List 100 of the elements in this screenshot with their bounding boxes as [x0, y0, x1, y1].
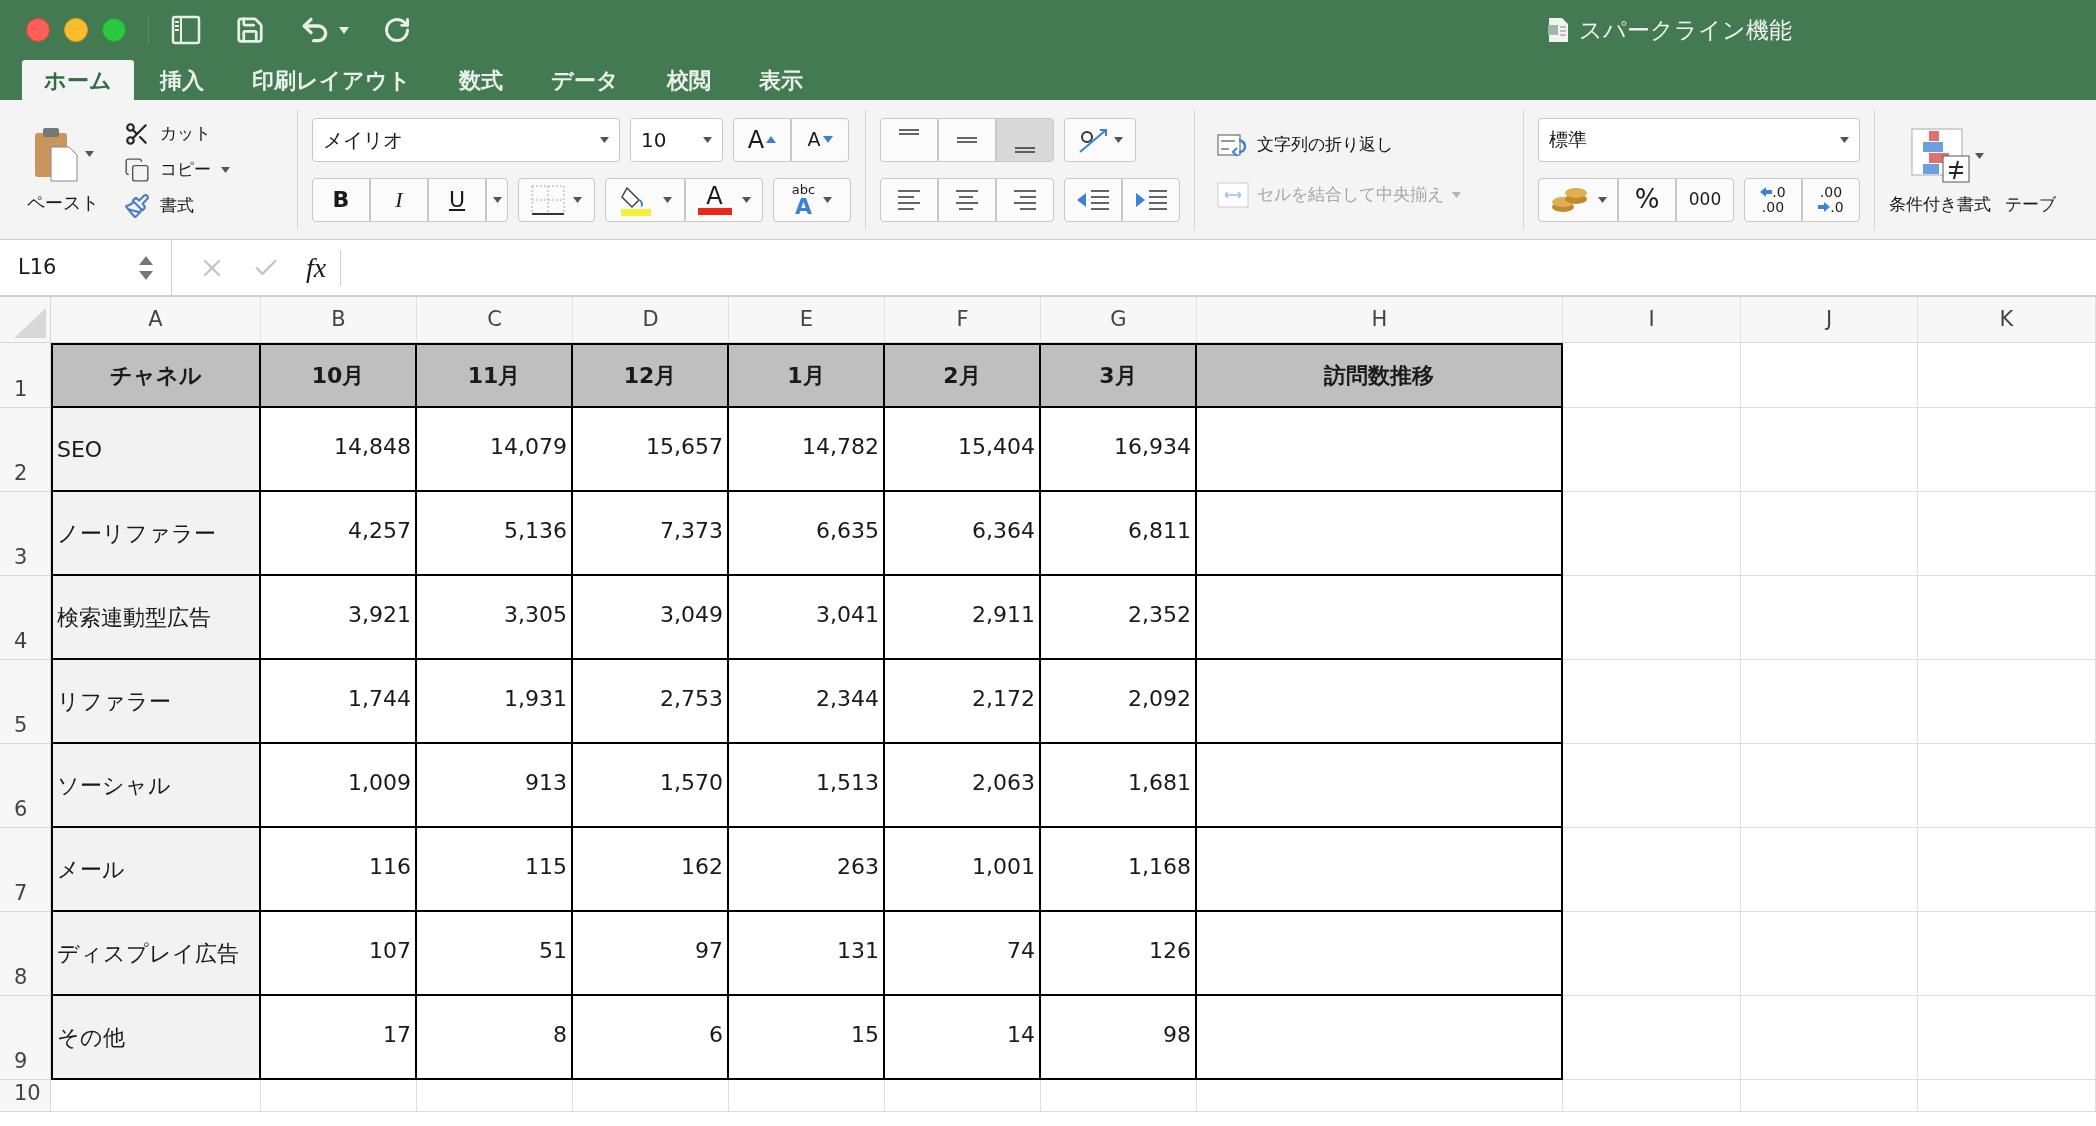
column-header[interactable]: I: [1563, 297, 1741, 342]
table-cell: 6,811: [1041, 492, 1197, 576]
table-cell: 2,911: [885, 576, 1041, 660]
table-cell: 263: [729, 828, 885, 912]
caret-icon[interactable]: [339, 26, 349, 34]
number-format-field[interactable]: 標準: [1538, 117, 1860, 162]
row-header[interactable]: 3: [0, 492, 51, 576]
orientation-button[interactable]: [1064, 117, 1136, 162]
table-cell: 17: [261, 996, 417, 1080]
column-header[interactable]: B: [261, 297, 417, 342]
paste-button[interactable]: ペースト: [18, 120, 108, 216]
cut-button[interactable]: カット: [124, 120, 230, 147]
ribbon-tab[interactable]: ホーム: [22, 60, 134, 100]
increase-indent-button[interactable]: [1122, 177, 1180, 222]
merge-cells-icon: [1217, 181, 1249, 208]
sidebar-panel-icon[interactable]: [171, 15, 201, 45]
vertical-align-button[interactable]: [880, 117, 938, 162]
ribbon-tab[interactable]: 校閲: [645, 60, 733, 100]
column-header[interactable]: H: [1197, 297, 1563, 342]
table-cell: 2,753: [573, 660, 729, 744]
table-cell: 6,364: [885, 492, 1041, 576]
shrink-font-button[interactable]: A: [791, 117, 849, 162]
dropdown-button[interactable]: [486, 177, 508, 222]
grow-font-button[interactable]: A: [733, 117, 791, 162]
align-top-icon: [899, 128, 919, 135]
column-header[interactable]: C: [417, 297, 573, 342]
table-format-button[interactable]: テーブ: [2005, 191, 2056, 218]
percent-button[interactable]: %: [1618, 177, 1676, 222]
row-header[interactable]: 7: [0, 828, 51, 912]
font-color-button[interactable]: A: [685, 177, 763, 222]
decrease-decimal-button[interactable]: .00 .0: [1802, 177, 1860, 222]
table-cell: 97: [573, 912, 729, 996]
font-size-field[interactable]: 10: [630, 117, 723, 162]
horizontal-align-button[interactable]: [880, 177, 938, 222]
scissors-icon: [124, 120, 150, 147]
save-icon[interactable]: [235, 15, 265, 45]
copy-button[interactable]: コピー: [124, 156, 230, 183]
row-header[interactable]: 1: [0, 343, 51, 408]
row-header[interactable]: 9: [0, 996, 51, 1080]
table-cell: 6: [573, 996, 729, 1080]
horizontal-align-button[interactable]: [996, 177, 1054, 222]
underline-button[interactable]: U: [428, 177, 486, 222]
ribbon-tab[interactable]: 挿入: [138, 60, 226, 100]
format-painter-button[interactable]: 書式: [124, 192, 230, 219]
window-title: スパークライン機能: [1579, 15, 1792, 45]
conditional-format-button[interactable]: 条件付き書式: [1889, 127, 1991, 218]
corner-triangle-icon: [14, 308, 46, 338]
row-header[interactable]: 6: [0, 744, 51, 828]
ribbon-tab[interactable]: 数式: [437, 60, 525, 100]
vertical-align-button[interactable]: [996, 117, 1054, 162]
phonetic-button[interactable]: abc A: [773, 177, 851, 222]
table-cell: 51: [417, 912, 573, 996]
name-box[interactable]: L16: [0, 240, 172, 295]
row-header[interactable]: 8: [0, 912, 51, 996]
row-header[interactable]: 2: [0, 408, 51, 492]
table-cell: 1,001: [885, 828, 1041, 912]
borders-button[interactable]: [518, 177, 595, 222]
minimize-icon[interactable]: [64, 18, 88, 42]
caret-icon: [1452, 191, 1461, 198]
caret-icon: [1974, 152, 1984, 159]
row-header[interactable]: 10: [0, 1080, 51, 1112]
wrap-text-button[interactable]: 文字列の折り返し: [1217, 131, 1509, 158]
header-cell: 11月: [417, 343, 573, 408]
column-header[interactable]: K: [1918, 297, 2096, 342]
currency-button[interactable]: [1538, 177, 1618, 222]
ribbon-tab[interactable]: データ: [529, 60, 641, 100]
row-header[interactable]: 4: [0, 576, 51, 660]
column-header[interactable]: G: [1041, 297, 1197, 342]
caret-icon: [1840, 136, 1849, 143]
bold-button[interactable]: B: [312, 177, 370, 222]
font-name-field[interactable]: メイリオ: [312, 117, 620, 162]
zoom-icon[interactable]: [102, 18, 126, 42]
italic-button[interactable]: I: [370, 177, 428, 222]
column-header[interactable]: D: [573, 297, 729, 342]
table-cell: 1,744: [261, 660, 417, 744]
header-cell: 12月: [573, 343, 729, 408]
column-header[interactable]: J: [1741, 297, 1918, 342]
column-header[interactable]: E: [729, 297, 885, 342]
vertical-align-button[interactable]: [938, 117, 996, 162]
table-cell: ノーリファラー: [51, 492, 261, 576]
column-header[interactable]: A: [51, 297, 261, 342]
row-header[interactable]: 5: [0, 660, 51, 744]
ribbon-tab[interactable]: 印刷レイアウト: [230, 60, 433, 100]
increase-decimal-button[interactable]: .0 .00: [1744, 177, 1802, 222]
fill-color-button[interactable]: [605, 177, 685, 222]
right-arrow-icon: [1818, 202, 1831, 212]
insert-function-button[interactable]: fx: [306, 246, 327, 289]
table-cell: 1,513: [729, 744, 885, 828]
table-cell: 162: [573, 828, 729, 912]
redo-icon[interactable]: [383, 16, 411, 44]
decrease-indent-button[interactable]: [1064, 177, 1122, 222]
table-cell: 126: [1041, 912, 1197, 996]
table-cell: 14,079: [417, 408, 573, 492]
column-header[interactable]: F: [885, 297, 1041, 342]
comma-style-button[interactable]: 000: [1676, 177, 1734, 222]
up-triangle-icon: [766, 136, 777, 143]
table-cell: 14,848: [261, 408, 417, 492]
table-cell: 15,657: [573, 408, 729, 492]
horizontal-align-button[interactable]: [938, 177, 996, 222]
ribbon-tab[interactable]: 表示: [737, 60, 825, 100]
